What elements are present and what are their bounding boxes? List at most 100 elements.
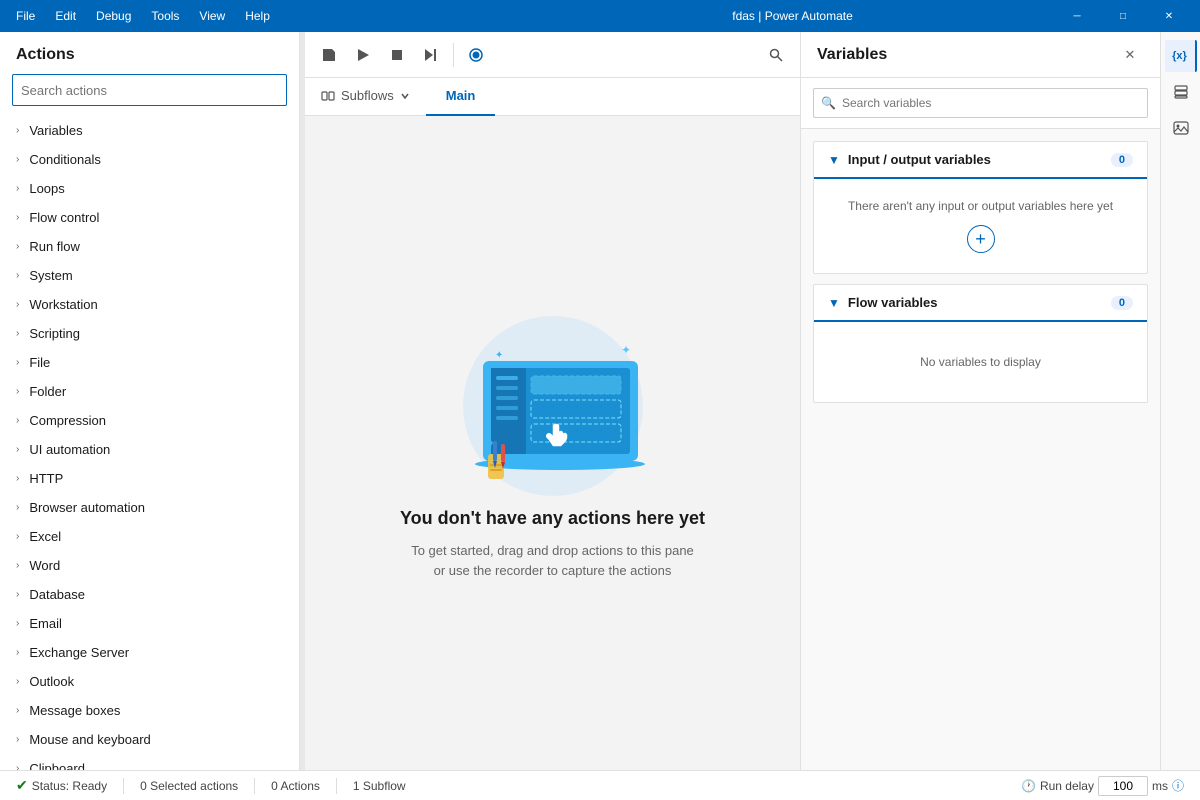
- search-actions-wrap: [0, 74, 299, 116]
- next-button[interactable]: [415, 39, 447, 71]
- chevron-icon: ›: [16, 154, 19, 165]
- collapse-flow-vars-icon: ▼: [828, 296, 840, 310]
- action-group-label: Run flow: [29, 239, 80, 254]
- menu-debug[interactable]: Debug: [88, 5, 139, 27]
- flow-variables-header[interactable]: ▼ Flow variables 0: [814, 285, 1147, 322]
- action-group-label: Excel: [29, 529, 61, 544]
- action-group-scripting[interactable]: ›Scripting: [0, 319, 299, 348]
- actions-list: ›Variables › Conditionals ›Loops›Flow contr…: [0, 116, 299, 770]
- action-group-excel[interactable]: ›Excel: [0, 522, 299, 551]
- menu-file[interactable]: File: [8, 5, 43, 27]
- chevron-icon: ›: [16, 386, 19, 397]
- svg-text:✦: ✦: [621, 343, 631, 357]
- flow-variables-empty-message: No variables to display: [920, 355, 1041, 369]
- chevron-icon: ›: [16, 647, 19, 658]
- stop-button[interactable]: [381, 39, 413, 71]
- action-group-message-boxes[interactable]: ›Message boxes: [0, 696, 299, 725]
- chevron-icon: ›: [16, 473, 19, 484]
- action-group-label: Email: [29, 616, 62, 631]
- layers-icon-button[interactable]: [1165, 76, 1197, 108]
- variables-panel-title: Variables: [817, 46, 887, 64]
- selected-actions: 0 Selected actions: [140, 779, 238, 793]
- svg-text:✦: ✦: [495, 350, 503, 361]
- input-output-title: Input / output variables: [848, 152, 1103, 167]
- menu-tools[interactable]: Tools: [143, 5, 187, 27]
- search-button[interactable]: [760, 39, 792, 71]
- search-actions-input[interactable]: [12, 74, 287, 106]
- chevron-icon: ›: [16, 734, 19, 745]
- action-group-run-flow[interactable]: ›Run flow: [0, 232, 299, 261]
- action-group-system[interactable]: ›System: [0, 261, 299, 290]
- run-delay-section: 🕐 Run delay ms ⓘ: [1021, 776, 1184, 796]
- save-button[interactable]: [313, 39, 345, 71]
- add-variable-button[interactable]: +: [967, 225, 995, 253]
- tab-main[interactable]: Main: [426, 78, 496, 116]
- action-group-label: Outlook: [29, 674, 74, 689]
- action-group-database[interactable]: › Database: [0, 580, 299, 609]
- action-group-label: Mouse and keyboard: [29, 732, 150, 747]
- variables-body: ▼ Input / output variables 0 There aren'…: [801, 129, 1160, 770]
- actions-title: Actions: [0, 32, 299, 74]
- chevron-icon: ›: [16, 299, 19, 310]
- minimize-button[interactable]: ─: [1054, 0, 1100, 32]
- info-icon[interactable]: ⓘ: [1172, 777, 1184, 794]
- action-group-mouse-and-keyboard[interactable]: › Mouse and keyboard: [0, 725, 299, 754]
- svg-text:✦: ✦: [608, 361, 615, 370]
- actions-panel: Actions ›Variables › Conditionals ›Loops›Fl…: [0, 32, 300, 770]
- variables-close-button[interactable]: ✕: [1116, 41, 1144, 69]
- maximize-button[interactable]: □: [1100, 0, 1146, 32]
- empty-subtitle: To get started, drag and drop actions to…: [411, 541, 694, 580]
- menu-bar: File Edit Debug Tools View Help: [8, 5, 531, 27]
- action-group-compression[interactable]: ›Compression: [0, 406, 299, 435]
- variables-header: Variables ✕: [801, 32, 1160, 78]
- action-group-flow-control[interactable]: ›Flow control: [0, 203, 299, 232]
- input-output-header[interactable]: ▼ Input / output variables 0: [814, 142, 1147, 179]
- menu-view[interactable]: View: [191, 5, 233, 27]
- action-group-label: Compression: [29, 413, 106, 428]
- chevron-icon: ›: [16, 502, 19, 513]
- tab-subflows[interactable]: Subflows: [305, 78, 426, 116]
- record-button[interactable]: [460, 39, 492, 71]
- action-group-label: Conditionals: [29, 152, 101, 167]
- right-icon-panel: {x}: [1160, 32, 1200, 770]
- chevron-icon: ›: [16, 705, 19, 716]
- action-group-workstation[interactable]: › Workstation: [0, 290, 299, 319]
- image-icon-button[interactable]: [1165, 112, 1197, 144]
- action-group-word[interactable]: ›Word: [0, 551, 299, 580]
- empty-illustration: ✦ ✦ ✦ ✦: [423, 306, 683, 496]
- close-button[interactable]: ✕: [1146, 0, 1192, 32]
- action-group-label: Workstation: [29, 297, 97, 312]
- action-group-label: Folder: [29, 384, 66, 399]
- run-delay-input[interactable]: [1098, 776, 1148, 796]
- app-title: fdas | Power Automate: [531, 9, 1054, 23]
- action-group-browser-automation[interactable]: ›Browser automation: [0, 493, 299, 522]
- chevron-icon: ›: [16, 560, 19, 571]
- status-sep-3: [336, 778, 337, 794]
- search-variables-input[interactable]: [813, 88, 1148, 118]
- flow-variables-section: ▼ Flow variables 0 No variables to displ…: [813, 284, 1148, 403]
- action-group-folder[interactable]: › Folder: [0, 377, 299, 406]
- action-group-exchange-server[interactable]: › Exchange Server: [0, 638, 299, 667]
- chevron-icon: ›: [16, 589, 19, 600]
- menu-edit[interactable]: Edit: [47, 5, 84, 27]
- action-group-file[interactable]: ›File: [0, 348, 299, 377]
- action-group-http[interactable]: ›HTTP: [0, 464, 299, 493]
- action-group-outlook[interactable]: ›Outlook: [0, 667, 299, 696]
- action-group-label: Database: [29, 587, 85, 602]
- run-button[interactable]: [347, 39, 379, 71]
- action-group-clipboard[interactable]: ›Clipboard: [0, 754, 299, 770]
- chevron-icon: ›: [16, 270, 19, 281]
- ready-icon: ✔: [16, 777, 28, 794]
- action-group-variables[interactable]: ›Variables: [0, 116, 299, 145]
- titlebar: File Edit Debug Tools View Help fdas | P…: [0, 0, 1200, 32]
- input-output-empty-message: There aren't any input or output variabl…: [848, 199, 1113, 213]
- menu-help[interactable]: Help: [237, 5, 278, 27]
- action-group-ui-automation[interactable]: ›UI automation: [0, 435, 299, 464]
- action-group-conditionals[interactable]: › Conditionals: [0, 145, 299, 174]
- action-group-label: Exchange Server: [29, 645, 129, 660]
- collapse-input-output-icon: ▼: [828, 153, 840, 167]
- variables-icon-button[interactable]: {x}: [1165, 40, 1197, 72]
- subflow-count: 1 Subflow: [353, 779, 406, 793]
- action-group-loops[interactable]: ›Loops: [0, 174, 299, 203]
- action-group-email[interactable]: ›Email: [0, 609, 299, 638]
